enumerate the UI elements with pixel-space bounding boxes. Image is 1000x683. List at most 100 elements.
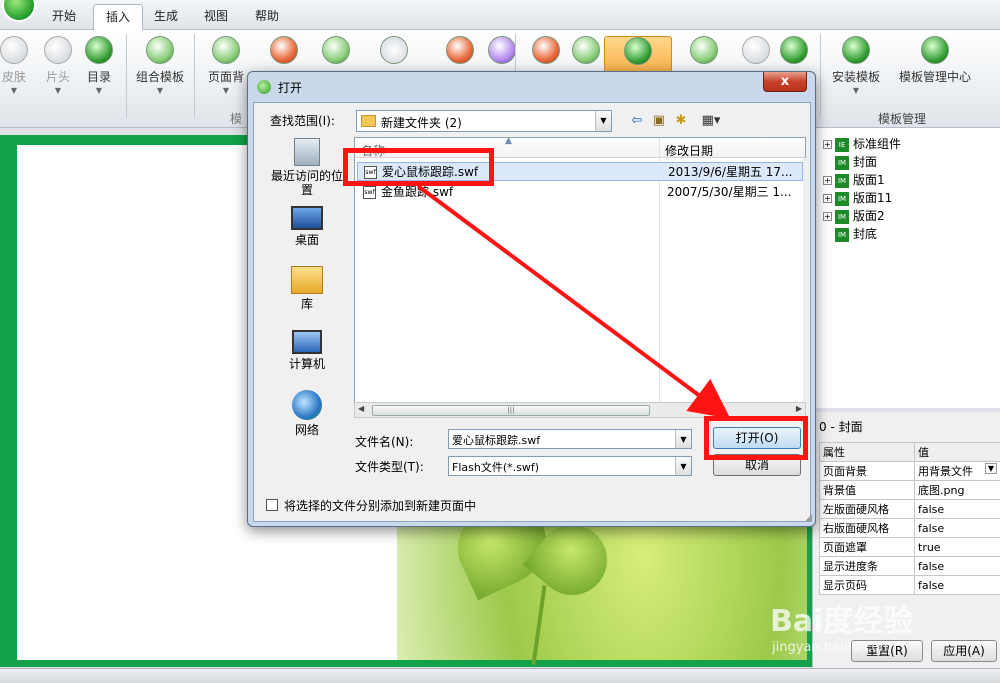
property-row[interactable]: 右版面硬风格 false <box>819 518 1000 538</box>
place-label: 计算机 <box>288 357 325 371</box>
chevron-down-icon[interactable]: ▼ <box>595 111 611 131</box>
library-icon <box>291 266 323 294</box>
places-bar: 最近访问的位置 桌面 库 计算机 网络 <box>266 136 348 492</box>
tool-icon <box>270 36 298 64</box>
shape-icon <box>532 36 560 64</box>
property-row[interactable]: 显示页码 false <box>819 575 1000 595</box>
chevron-down-icon[interactable]: ▼ <box>675 457 691 475</box>
lookin-label: 查找范围(I): <box>270 114 335 128</box>
place-desktop[interactable]: 桌面 <box>266 206 348 247</box>
property-row[interactable]: 背景值 底图.png <box>819 480 1000 500</box>
app-logo[interactable] <box>2 0 36 22</box>
tree-item-cover[interactable]: IM 封面 <box>835 153 877 171</box>
highlight-box-open-button <box>704 416 808 460</box>
tab-view[interactable]: 视图 <box>192 4 240 30</box>
scroll-right-icon[interactable]: ▶ <box>796 404 802 413</box>
insert-tool-button-3[interactable] <box>366 36 422 68</box>
combo-template-button[interactable]: 组合模板 ▼ <box>132 36 188 95</box>
menu-tab-bar: 开始 插入 生成 视图 帮助 <box>0 0 1000 30</box>
column-date[interactable]: 修改日期 <box>665 142 713 159</box>
add-to-new-pages-checkbox[interactable] <box>266 499 278 511</box>
template-manager-label: 模板管理中心 <box>898 70 971 84</box>
page-bg-button[interactable]: 页面背 ▼ <box>202 36 250 95</box>
property-row[interactable]: 页面背景 用背景文件 ▼ <box>819 461 1000 481</box>
clover-stem <box>531 585 547 665</box>
tree-label: 版面1 <box>853 173 885 187</box>
place-label: 网络 <box>294 423 319 437</box>
tab-help[interactable]: 帮助 <box>243 4 291 30</box>
file-date: 2007/5/30/星期三 1... <box>667 185 792 199</box>
view-menu-icon[interactable]: ▦▾ <box>696 112 726 130</box>
vertical-scrollbar[interactable] <box>803 158 806 414</box>
filename-input[interactable]: 爱心鼠标跟踪.swf ▼ <box>448 429 692 449</box>
toc-icon <box>85 36 113 64</box>
scrollbar-thumb[interactable]: ||| <box>372 405 650 416</box>
insert-tool-button-1[interactable] <box>256 36 312 68</box>
filename-value: 爱心鼠标跟踪.swf <box>452 434 541 447</box>
desktop-icon <box>291 206 323 230</box>
place-computer[interactable]: 计算机 <box>266 330 348 371</box>
highlight-box-file <box>343 148 494 186</box>
tree-item-layout2[interactable]: + IM 版面2 <box>823 207 885 225</box>
tree-item-layout11[interactable]: + IM 版面11 <box>823 189 892 207</box>
page-tree-panel: + IE 标准组件 IM 封面 + IM 版面1 + IM 版面11 + IM 版面2 IM 封底 <box>812 128 1000 408</box>
tab-start[interactable]: 开始 <box>40 4 88 30</box>
place-label: 最近访问的位置 <box>270 169 343 197</box>
computer-icon <box>292 330 322 354</box>
lookin-value: 新建文件夹 (2) <box>381 116 462 130</box>
sort-arrow-icon: ▲ <box>505 136 512 146</box>
property-row[interactable]: 页面遮罩 true <box>819 537 1000 557</box>
install-template-button[interactable]: 安装模板 ▼ <box>828 36 884 95</box>
close-button[interactable]: x <box>763 72 807 92</box>
tree-item-back-cover[interactable]: IM 封底 <box>835 225 877 243</box>
feather-icon <box>446 36 474 64</box>
tab-generate[interactable]: 生成 <box>142 4 190 30</box>
place-network[interactable]: 网络 <box>266 390 348 437</box>
template-manager-button[interactable]: 模板管理中心 <box>893 36 977 85</box>
chevron-down-icon[interactable]: ▼ <box>984 463 997 474</box>
tree-item-layout1[interactable]: + IM 版面1 <box>823 171 885 189</box>
property-row[interactable]: 显示进度条 false <box>819 556 1000 576</box>
new-folder-icon[interactable]: ✱ <box>672 112 690 130</box>
skin-label: 皮肤 <box>1 70 26 84</box>
install-template-label: 安装模板 <box>831 70 880 84</box>
tree-item-standard-components[interactable]: + IE 标准组件 <box>823 135 901 153</box>
checkbox-label: 将选择的文件分别添加到新建页面中 <box>284 499 477 513</box>
filetype-select[interactable]: Flash文件(*.swf) ▼ <box>448 456 692 476</box>
property-header-name: 属性 <box>819 442 915 462</box>
apply-button[interactable]: 应用(A) <box>931 640 997 662</box>
swf-file-icon: swf <box>363 186 376 199</box>
disc-icon <box>380 36 408 64</box>
resize-grip-icon[interactable]: ◢ <box>805 513 812 523</box>
tree-label: 封底 <box>853 227 878 241</box>
toc-label: 目录 <box>86 70 111 84</box>
combo-template-icon <box>146 36 174 64</box>
back-icon[interactable]: ⇦ <box>628 112 646 130</box>
place-library[interactable]: 库 <box>266 266 348 311</box>
file-date: 2013/9/6/星期五 17... <box>668 165 793 179</box>
insert-video-button[interactable] <box>676 36 732 68</box>
property-row[interactable]: 左版面硬风格 false <box>819 499 1000 519</box>
text-icon <box>322 36 350 64</box>
tree-label: 标准组件 <box>853 137 902 151</box>
lookin-select[interactable]: 新建文件夹 (2) ▼ <box>356 110 612 132</box>
property-panel-title: 0 - 封面 <box>819 420 863 434</box>
place-label: 桌面 <box>294 233 319 247</box>
tree-label: 版面2 <box>853 209 885 223</box>
scroll-left-icon[interactable]: ◀ <box>358 404 364 413</box>
insert-tool-button-2[interactable] <box>308 36 364 68</box>
tree-label: 版面11 <box>853 191 893 205</box>
tab-insert[interactable]: 插入 <box>93 4 144 30</box>
watermark-logo: Bai度经验 <box>770 604 914 639</box>
up-folder-icon[interactable]: ▣ <box>650 112 668 130</box>
page-bg-label: 页面背 <box>207 70 244 84</box>
toc-button[interactable]: 目录 ▼ <box>71 36 127 95</box>
place-recent[interactable]: 最近访问的位置 <box>266 138 348 197</box>
filetype-value: Flash文件(*.swf) <box>452 461 540 474</box>
paperclip-icon <box>780 36 808 64</box>
chevron-down-icon[interactable]: ▼ <box>675 430 691 448</box>
property-value-select[interactable]: 用背景文件 <box>918 465 973 478</box>
insert-attachment-button[interactable] <box>766 36 822 68</box>
page-bg-icon <box>212 36 240 64</box>
filetype-label: 文件类型(T): <box>355 460 424 474</box>
